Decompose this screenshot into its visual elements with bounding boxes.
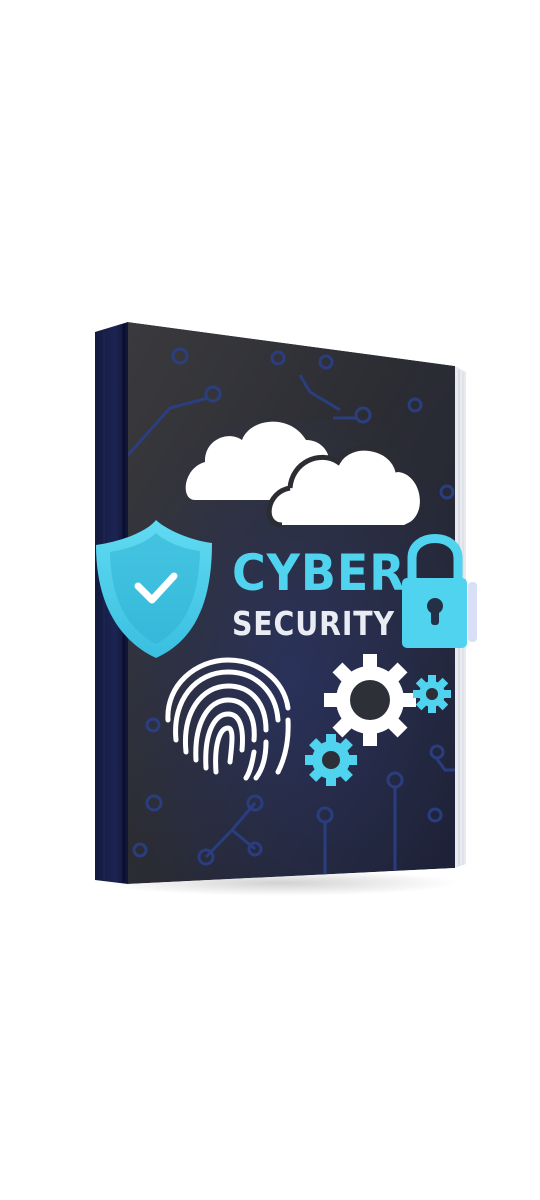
cover-title-security: SECURITY [232, 604, 395, 643]
book-mockup: CYBER SECURITY [0, 0, 540, 1200]
cover-title-cyber: CYBER [232, 544, 406, 602]
